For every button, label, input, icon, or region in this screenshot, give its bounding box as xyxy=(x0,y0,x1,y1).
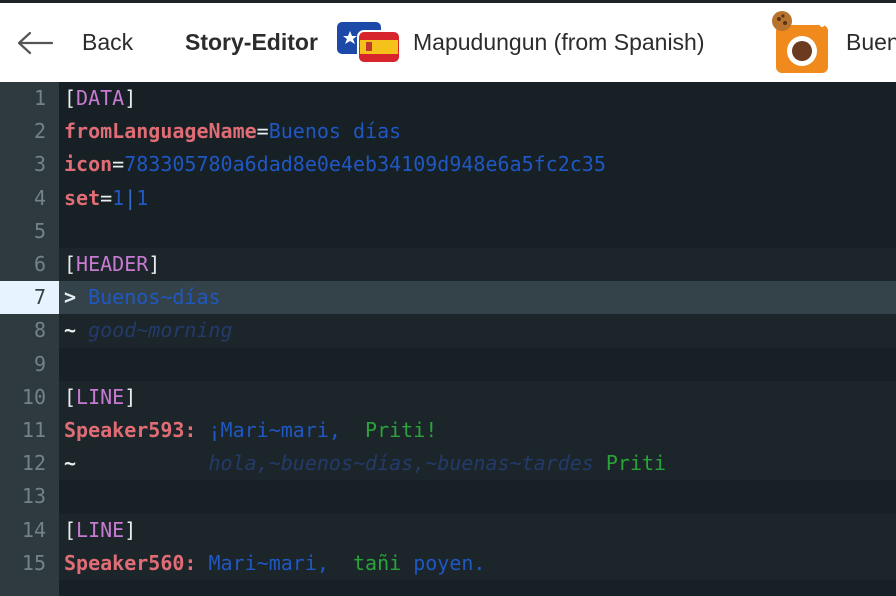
line-number: 2 xyxy=(33,119,46,144)
code-line[interactable]: 3 icon=783305780a6dad8e0e4eb34109d948e6a5… xyxy=(0,148,896,181)
token-br: [ xyxy=(64,517,77,542)
code-line[interactable]: 11 Speaker593: ¡Mari~mari, Priti! xyxy=(0,414,896,448)
line-number: 7 xyxy=(0,281,59,315)
token-hl: > xyxy=(64,285,89,310)
token-ital: hola,~buenos~días,~buenas~tardes xyxy=(76,451,606,476)
token-br: [ xyxy=(64,252,77,276)
code-line[interactable]: 15 Speaker560: Mari~mari, tañi poyen. xyxy=(0,546,896,580)
line-text: fromLanguageName=Buenos días xyxy=(64,115,401,148)
code-line[interactable]: 6 [HEADER] xyxy=(0,248,896,282)
line-number: 15 xyxy=(21,550,46,575)
token-br: ] xyxy=(124,517,137,542)
line-text: [LINE] xyxy=(64,381,136,414)
token-ital: good~morning xyxy=(88,318,233,343)
token-hl: ~ xyxy=(64,318,89,343)
line-number: 3 xyxy=(33,152,46,177)
token-eq: = xyxy=(100,185,113,210)
code-line[interactable]: 4 set=1|1 xyxy=(0,182,896,215)
line-background xyxy=(59,380,896,414)
code-line[interactable]: 5 xyxy=(0,215,896,248)
line-text: set=1|1 xyxy=(64,182,148,215)
back-button[interactable]: Back xyxy=(82,3,133,82)
line-number: 8 xyxy=(33,318,46,343)
top-bar: Back Story-Editor Mapudungun (from Spani… xyxy=(0,0,896,82)
token-val: 783305780a6dad8e0e4eb34109d948e6a5fc2c35 xyxy=(124,152,606,177)
code-editor[interactable]: 1 [DATA] 2 fromLanguageName=Buenos días 3 ico… xyxy=(0,82,896,596)
token-sec: LINE xyxy=(76,384,125,409)
line-number: 5 xyxy=(33,218,46,243)
line-number: 13 xyxy=(21,484,46,509)
token-spk: Speaker560: xyxy=(64,550,197,575)
token-hl: ~ xyxy=(64,451,77,476)
token-key: fromLanguageName xyxy=(64,119,257,144)
line-text: [DATA] xyxy=(64,82,136,115)
token-br: ] xyxy=(124,86,137,110)
token-br: [ xyxy=(64,86,77,110)
code-line[interactable]: 1 [DATA] xyxy=(0,82,896,115)
token-green: Priti! xyxy=(353,418,438,442)
code-line[interactable]: 10 [LINE] xyxy=(0,380,896,414)
token-txt: ¡Mari~mari, xyxy=(196,418,353,442)
token-val: 1 xyxy=(136,185,149,210)
line-text: [LINE] xyxy=(64,514,136,547)
code-line[interactable]: 14 [LINE] xyxy=(0,513,896,547)
token-eq: = xyxy=(112,152,125,177)
token-sec: LINE xyxy=(76,517,125,542)
code-line[interactable]: 8 ~ good~morning xyxy=(0,314,896,348)
line-text: [HEADER] xyxy=(64,248,160,281)
line-text: Speaker593: ¡Mari~mari, Priti! xyxy=(64,414,437,447)
line-number: 14 xyxy=(21,517,46,542)
story-title: Buen xyxy=(846,29,896,55)
token-br: ] xyxy=(148,252,161,276)
line-number: 1 xyxy=(33,86,46,110)
token-br: ] xyxy=(124,384,137,409)
line-background xyxy=(59,513,896,547)
line-number: 11 xyxy=(21,418,46,442)
code-line[interactable]: 2 fromLanguageName=Buenos días xyxy=(0,115,896,148)
token-val: Buenos días xyxy=(268,119,402,144)
token-spk: Speaker593: xyxy=(64,418,197,442)
code-line[interactable]: 7 > Buenos~días xyxy=(0,281,896,315)
token-green: tañi xyxy=(340,550,402,575)
token-eq: = xyxy=(256,119,269,144)
line-text: > Buenos~días xyxy=(64,281,221,314)
course-name: Mapudungun (from Spanish) xyxy=(413,29,705,55)
editor-title: Story-Editor xyxy=(185,29,318,55)
token-sec: HEADER xyxy=(76,252,149,276)
line-text: ~ hola,~buenos~días,~buenas~tardes Priti xyxy=(64,447,666,480)
token-br: [ xyxy=(64,384,77,409)
token-txt: Buenos~días xyxy=(88,285,221,310)
token-green: Priti xyxy=(605,451,667,476)
line-number: 10 xyxy=(21,384,46,409)
course-flags-icon xyxy=(334,3,404,82)
line-number: 9 xyxy=(33,351,46,376)
line-number: 12 xyxy=(21,451,46,476)
back-arrow-icon[interactable] xyxy=(16,3,56,82)
line-text: Speaker560: Mari~mari, tañi poyen. xyxy=(64,547,485,580)
line-text: icon=783305780a6dad8e0e4eb34109d948e6a5f… xyxy=(64,148,606,181)
line-number: 6 xyxy=(33,252,46,276)
line-text: ~ good~morning xyxy=(64,314,233,347)
line-background xyxy=(59,248,896,282)
token-pipe: | xyxy=(124,185,137,210)
token-txt: Mari~mari, xyxy=(196,550,341,575)
code-line[interactable]: 13 xyxy=(0,480,896,513)
code-line[interactable]: 12 ~ hola,~buenos~días,~buenas~tardes Pri… xyxy=(0,447,896,481)
token-key: icon xyxy=(64,152,113,177)
code-line[interactable]: 9 xyxy=(0,348,896,381)
story-coffee-icon xyxy=(768,3,834,82)
token-sec: DATA xyxy=(76,86,125,110)
token-val: 1 xyxy=(112,185,125,210)
line-number: 4 xyxy=(33,185,46,210)
token-key: set xyxy=(64,185,101,210)
token-txt: poyen. xyxy=(401,550,486,575)
